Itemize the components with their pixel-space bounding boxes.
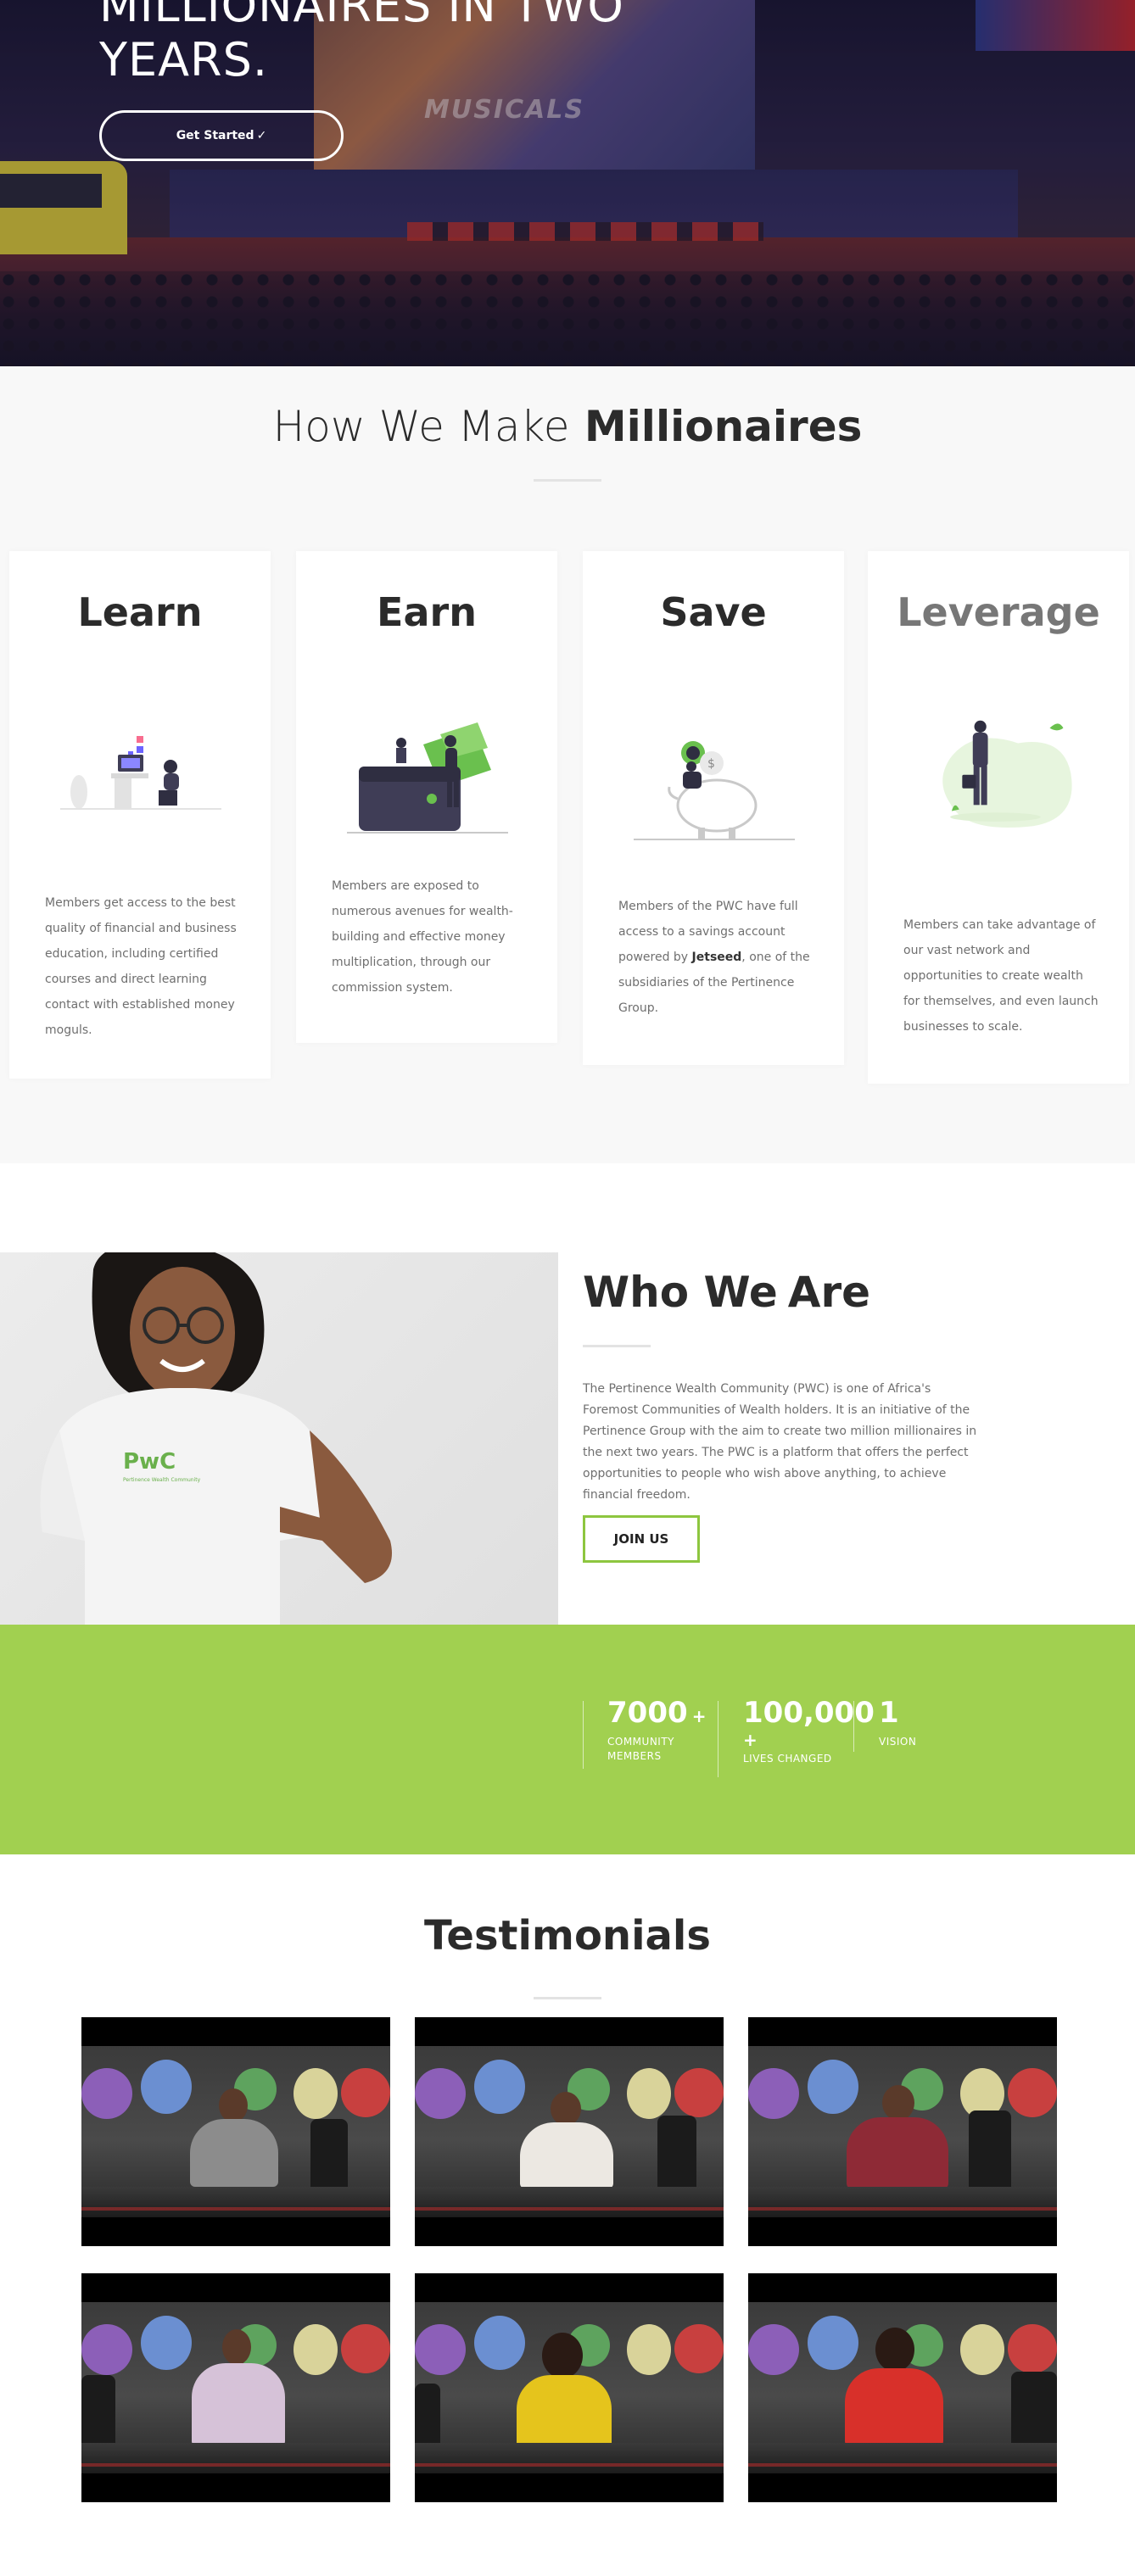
card-leverage: Leverage Members can take advantage of o…: [868, 551, 1129, 1084]
stat-label-line2: MEMBERS: [607, 1750, 662, 1762]
stat-suffix: +: [691, 1706, 707, 1726]
online-learning-illustration: [60, 736, 221, 810]
testimonial-video-1[interactable]: [81, 2017, 390, 2246]
stat-lives-changed: 100,000 + LIVES CHANGED: [743, 1696, 875, 1766]
card-title: Learn: [77, 589, 203, 635]
who-title-divider: [583, 1345, 651, 1347]
get-started-button[interactable]: Get Started ✓: [99, 110, 344, 161]
how-section-title: How We Make Millionaires: [0, 402, 1135, 451]
join-us-button[interactable]: JOIN US: [583, 1515, 700, 1563]
shirt-logo-subtitle: Pertinence Wealth Community: [123, 1477, 201, 1483]
card-learn: Learn Members get access to the best qua…: [9, 551, 271, 1079]
how-title-divider: [534, 479, 601, 482]
piggy-bank-saving-illustration: $: [634, 741, 795, 840]
stats-band-left: [0, 1733, 558, 1854]
stat-divider: [583, 1701, 584, 1769]
who-title-light: Who We: [583, 1268, 778, 1317]
stat-number: 1: [879, 1696, 899, 1730]
stat-divider: [853, 1701, 854, 1752]
stat-label: COMMUNITY MEMBERS: [607, 1735, 707, 1764]
wallet-earning-illustration: [347, 722, 508, 834]
stat-vision: 1 VISION: [879, 1696, 916, 1749]
testimonial-video-5[interactable]: [415, 2273, 724, 2502]
who-we-are-description: The Pertinence Wealth Community (PWC) is…: [583, 1382, 977, 1502]
hero-title: MILLIONAIRES IN TWO YEARS.: [99, 0, 624, 87]
testimonials-divider: [534, 1997, 601, 1999]
how-title-bold: Millionaires: [584, 402, 863, 451]
hero-title-line2: YEARS.: [99, 33, 269, 86]
card-title: Save: [660, 589, 767, 635]
check-icon: ✓: [256, 129, 267, 142]
stat-community-members: 7000 + COMMUNITY MEMBERS: [607, 1696, 707, 1764]
card-save: Save $ Members of the PWC have full acce…: [583, 551, 844, 1065]
card-text: Members are exposed to numerous avenues …: [332, 879, 513, 995]
jetseed-name: Jetseed: [691, 951, 742, 964]
card-earn: Earn Members are exposed to numerous ave…: [296, 551, 557, 1043]
stat-label-line1: COMMUNITY: [607, 1736, 674, 1748]
how-we-make-millionaires-section: How We Make Millionaires Learn Members g…: [0, 366, 1135, 1163]
testimonial-video-2[interactable]: [415, 2017, 724, 2246]
testimonial-video-4[interactable]: [81, 2273, 390, 2502]
stat-label: LIVES CHANGED: [743, 1753, 832, 1765]
shirt-logo: PwC: [123, 1449, 176, 1475]
card-title: Earn: [377, 589, 477, 635]
hero-section: MUSICALS MILLIONAIRES IN TWO YEARS. Get …: [0, 0, 1135, 366]
testimonial-video-3[interactable]: [748, 2017, 1057, 2246]
stat-suffix: +: [743, 1730, 758, 1750]
stat-label: VISION: [879, 1736, 917, 1748]
hero-title-line1: MILLIONAIRES IN TWO: [99, 0, 624, 32]
stat-number: 100,000: [743, 1696, 875, 1730]
card-text: Members can take advantage of our vast n…: [903, 918, 1099, 1034]
get-started-label: Get Started: [176, 129, 254, 142]
businessman-phone-illustration: [942, 720, 1072, 828]
card-title: Leverage: [897, 589, 1100, 635]
testimonials-title: Testimonials: [424, 1912, 711, 1960]
card-text: Members of the PWC have full access to a…: [618, 894, 812, 1021]
card-text: Members get access to the best quality o…: [45, 896, 237, 1037]
who-we-are-title: Who We Are: [583, 1268, 870, 1317]
testimonial-video-6[interactable]: [748, 2273, 1057, 2502]
svg-text:$: $: [707, 757, 715, 771]
stat-number: 7000: [607, 1696, 688, 1730]
who-title-bold: Are: [787, 1268, 871, 1317]
how-title-light: How We Make: [272, 402, 570, 451]
